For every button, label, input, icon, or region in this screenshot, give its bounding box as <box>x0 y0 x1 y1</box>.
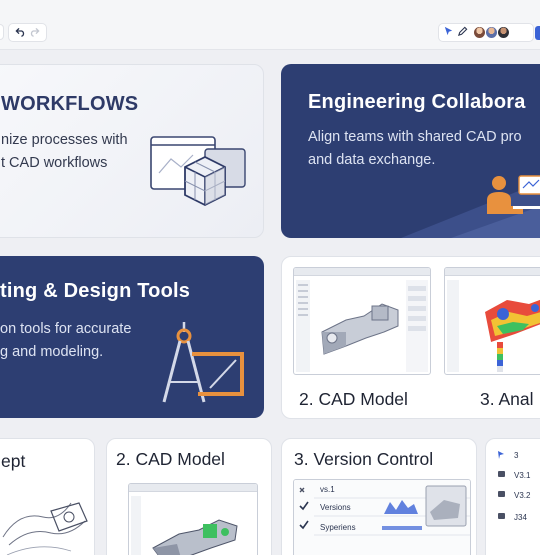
design-tools-line-2: g and modeling. <box>0 344 104 360</box>
workflows-title: WORKFLOWS <box>1 93 139 115</box>
person-at-desk-icon <box>487 175 540 214</box>
version-row-3[interactable]: Syperiens <box>320 523 356 532</box>
version-control-card[interactable]: 3. Version Control vs.1 Versions Syperie… <box>281 438 477 555</box>
workflows-line-1: nize processes with <box>1 132 128 148</box>
redo-icon[interactable] <box>29 24 40 42</box>
undo-redo-group <box>8 23 47 42</box>
version-control-window: vs.1 Versions Syperiens <box>293 479 471 555</box>
avatar[interactable] <box>497 26 510 39</box>
design-tools-title: ting & Design Tools <box>0 280 191 302</box>
versions-list-row-2[interactable]: V3.1 <box>514 471 530 480</box>
cad-analysis-card[interactable]: 2. CAD Model 3. Anal <box>281 256 540 419</box>
top-toolbar <box>0 0 540 50</box>
design-tools-card[interactable]: ting & Design Tools on tools for accurat… <box>0 256 264 418</box>
design-tools-description: on tools for accurate g and modeling. <box>0 318 131 364</box>
sketch-drawing <box>2 502 88 555</box>
versions-list-card[interactable]: 3 V3.1 V3.2 J34 <box>485 438 540 555</box>
cad-model-card[interactable]: 2. CAD Model <box>106 438 272 555</box>
concept-label: ept <box>1 451 26 471</box>
concept-card[interactable]: ept <box>0 438 95 555</box>
design-tools-line-1: on tools for accurate <box>0 321 132 337</box>
version-row-2[interactable]: Versions <box>320 503 351 512</box>
engineering-collaboration-card[interactable]: Engineering Collabora Align teams with s… <box>281 64 540 238</box>
analysis-window-screenshot <box>444 267 540 375</box>
share-button[interactable] <box>535 26 540 40</box>
cad-model-label: 2. CAD Model <box>299 389 408 409</box>
undo-icon[interactable] <box>15 24 26 42</box>
collaborators-group <box>438 23 534 42</box>
versions-list-row-1[interactable]: 3 <box>514 451 518 460</box>
version-row-1[interactable]: vs.1 <box>320 485 335 494</box>
left-toolbar-edge[interactable] <box>0 24 4 40</box>
workflows-line-2: t CAD workflows <box>1 155 108 171</box>
versions-list-row-4[interactable]: J34 <box>514 513 527 522</box>
collaboration-line-1: Align teams with shared CAD pro <box>308 129 522 145</box>
collaboration-description: Align teams with shared CAD pro and data… <box>308 126 522 172</box>
cube-window-icon <box>150 136 246 207</box>
workflows-card[interactable]: WORKFLOWS nize processes with t CAD work… <box>0 64 264 238</box>
collaboration-title: Engineering Collabora <box>308 91 526 113</box>
cad-model-preview <box>128 483 258 555</box>
compass-ruler-icon <box>162 322 244 403</box>
collaboration-line-2: and data exchange. <box>308 152 436 168</box>
versions-list-icons <box>498 451 505 519</box>
versions-list-row-3[interactable]: V3.2 <box>514 491 530 500</box>
cursor-icon[interactable] <box>443 24 454 42</box>
analysis-label: 3. Anal <box>480 389 534 409</box>
workflows-description: nize processes with t CAD workflows <box>1 129 128 175</box>
version-control-title: 3. Version Control <box>294 449 434 469</box>
cad-window-screenshot <box>293 267 431 375</box>
pen-icon[interactable] <box>457 24 468 42</box>
cad-model-title: 2. CAD Model <box>116 449 225 469</box>
